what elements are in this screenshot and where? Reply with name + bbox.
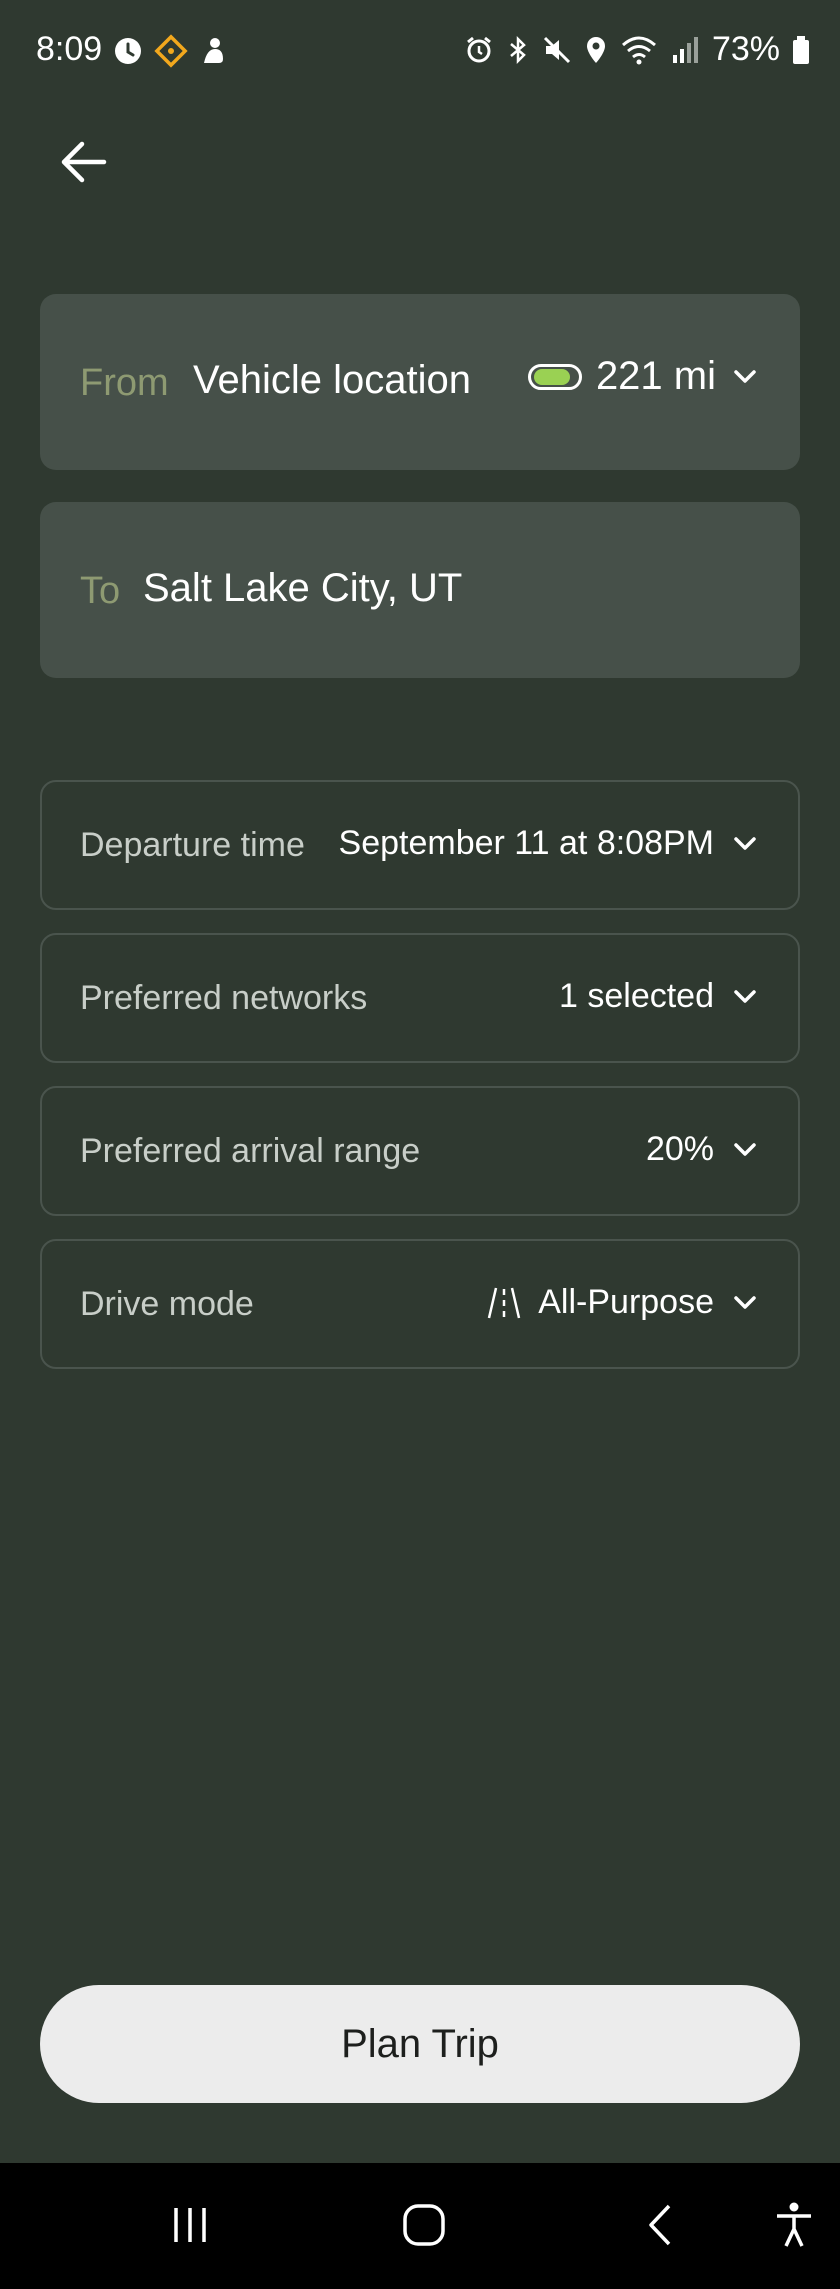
chevron-down-icon — [734, 369, 756, 383]
drive-mode-dropdown[interactable]: Drive mode All-Purpose — [40, 1239, 800, 1369]
chevron-down-icon — [734, 1295, 756, 1309]
chevron-down-icon — [734, 1142, 756, 1156]
back-button[interactable] — [52, 130, 116, 194]
home-button[interactable] — [394, 2193, 454, 2257]
arrival-range-value: 20% — [645, 1130, 714, 1168]
status-bar: 8:09 73% — [0, 0, 840, 100]
timer-icon — [115, 38, 141, 64]
arrival-range-dropdown[interactable]: Preferred arrival range 20% — [40, 1086, 800, 1216]
status-left-icons — [112, 34, 228, 68]
arrival-range-label: Preferred arrival range — [80, 1132, 421, 1170]
status-right-icons: 73% — [464, 30, 810, 69]
range-value: 221 mi — [595, 354, 716, 398]
vehicle-battery-fill — [533, 368, 570, 385]
departure-time-label: Departure time — [80, 826, 305, 864]
to-value: Salt Lake City, UT — [143, 566, 463, 610]
plan-trip-button[interactable]: Plan Trip — [40, 1985, 800, 2103]
vehicle-battery-icon — [527, 363, 582, 390]
battery-percent: 73% — [711, 30, 780, 68]
from-label: From — [80, 362, 169, 404]
chevron-down-icon — [734, 836, 756, 850]
road-icon — [488, 1287, 521, 1318]
range-dropdown[interactable]: 221 mi — [527, 354, 760, 399]
back-icon — [649, 2204, 671, 2246]
bluetooth-icon — [510, 35, 526, 64]
home-icon — [403, 2204, 445, 2246]
app-notification-icon — [204, 38, 223, 63]
accessibility-icon — [777, 2202, 811, 2247]
drive-mode-label: Drive mode — [80, 1285, 254, 1323]
drive-mode-value: All-Purpose — [538, 1283, 714, 1321]
departure-time-value: September 11 at 8:08PM — [338, 824, 714, 862]
location-icon — [586, 36, 605, 63]
system-nav-bar — [0, 2163, 840, 2289]
to-label: To — [80, 570, 121, 612]
preferred-networks-value: 1 selected — [559, 977, 714, 1015]
signal-icon — [672, 36, 698, 63]
alarm-icon — [467, 36, 491, 62]
chevron-down-icon — [734, 989, 756, 1003]
departure-time-dropdown[interactable]: Departure time September 11 at 8:08PM — [40, 780, 800, 910]
preferred-networks-dropdown[interactable]: Preferred networks 1 selected — [40, 933, 800, 1063]
recents-button[interactable] — [160, 2193, 220, 2257]
from-field[interactable]: From Vehicle location 221 mi — [40, 294, 800, 470]
from-value: Vehicle location — [193, 358, 471, 402]
back-nav-button[interactable] — [630, 2193, 690, 2257]
to-field[interactable]: To Salt Lake City, UT — [40, 502, 800, 678]
wifi-icon — [621, 36, 656, 64]
navigation-diamond-icon — [154, 34, 188, 68]
status-time: 8:09 — [36, 30, 103, 68]
preferred-networks-label: Preferred networks — [80, 979, 368, 1017]
recents-icon — [174, 2208, 206, 2242]
accessibility-button[interactable] — [764, 2193, 824, 2257]
battery-icon — [793, 35, 809, 64]
mute-icon — [543, 36, 570, 63]
arrow-left-icon — [61, 141, 107, 183]
